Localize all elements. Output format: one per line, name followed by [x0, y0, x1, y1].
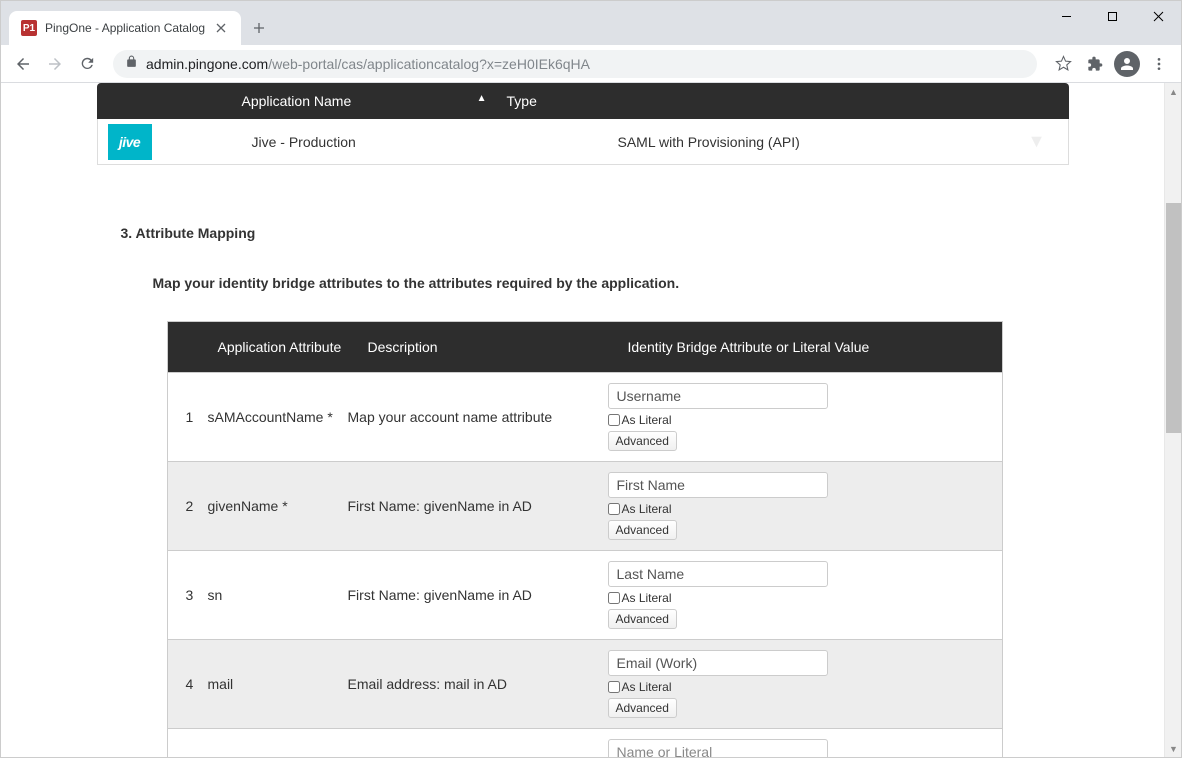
attribute-value-input[interactable]	[608, 472, 828, 498]
row-number: 1	[168, 409, 198, 425]
attribute-value-input[interactable]	[608, 739, 828, 757]
attribute-table: Application Attribute Description Identi…	[167, 321, 1003, 757]
scroll-up-arrow[interactable]: ▲	[1165, 83, 1181, 100]
lock-icon	[125, 55, 138, 73]
as-literal-label[interactable]: As Literal	[608, 413, 978, 427]
advanced-button[interactable]: Advanced	[608, 431, 677, 451]
profile-button[interactable]	[1113, 50, 1141, 78]
attribute-value-input[interactable]	[608, 383, 828, 409]
as-literal-checkbox[interactable]	[608, 681, 620, 693]
nav-forward-button[interactable]	[41, 50, 69, 78]
col-header-app-name[interactable]: Application Name ▲	[97, 93, 507, 109]
attribute-value-input[interactable]	[608, 561, 828, 587]
table-row: 3snFirst Name: givenName in ADAs Literal…	[168, 550, 1002, 639]
col-header-value: Identity Bridge Attribute or Literal Val…	[628, 332, 998, 362]
section-title: 3. Attribute Mapping	[121, 225, 1069, 241]
table-row: 1sAMAccountName *Map your account name a…	[168, 372, 1002, 461]
attr-header-row: Application Attribute Description Identi…	[168, 322, 1002, 372]
window-minimize-button[interactable]	[1043, 1, 1089, 31]
row-description: First Name: givenName in AD	[348, 498, 608, 514]
window-close-button[interactable]	[1135, 1, 1181, 31]
row-description: Map your account name attribute	[348, 409, 608, 425]
as-literal-label[interactable]: As Literal	[608, 680, 978, 694]
section-subtitle: Map your identity bridge attributes to t…	[153, 275, 1069, 291]
row-attribute: sAMAccountName *	[198, 409, 348, 425]
advanced-button[interactable]: Advanced	[608, 609, 677, 629]
url-text: admin.pingone.com/web-portal/cas/applica…	[146, 56, 590, 72]
scroll-down-arrow[interactable]: ▼	[1165, 740, 1181, 757]
col-header-description: Description	[368, 339, 628, 355]
app-logo: jive	[108, 124, 152, 160]
row-attribute: mail	[198, 676, 348, 692]
as-literal-label[interactable]: As Literal	[608, 502, 978, 516]
extensions-button[interactable]	[1081, 50, 1109, 78]
attribute-value-input[interactable]	[608, 650, 828, 676]
bookmark-button[interactable]	[1049, 50, 1077, 78]
menu-button[interactable]	[1145, 50, 1173, 78]
close-tab-icon[interactable]	[213, 20, 229, 36]
advanced-button[interactable]: Advanced	[608, 698, 677, 718]
table-row: 5objectGUIDObjectGuid: objectGUID in ADA…	[168, 728, 1002, 757]
app-header-row: Application Name ▲ Type	[97, 83, 1069, 119]
app-row-name: Jive - Production	[152, 134, 508, 150]
as-literal-checkbox[interactable]	[608, 592, 620, 604]
expand-caret-icon[interactable]: ▼	[1028, 131, 1046, 152]
row-number: 4	[168, 676, 198, 692]
titlebar: P1 PingOne - Application Catalog	[1, 1, 1181, 45]
vertical-scrollbar[interactable]: ▲ ▼	[1164, 83, 1181, 757]
row-number: 3	[168, 587, 198, 603]
url-field[interactable]: admin.pingone.com/web-portal/cas/applica…	[113, 50, 1037, 78]
table-row: 2givenName *First Name: givenName in ADA…	[168, 461, 1002, 550]
window-maximize-button[interactable]	[1089, 1, 1135, 31]
col-header-app-attribute: Application Attribute	[218, 339, 368, 355]
nav-back-button[interactable]	[9, 50, 37, 78]
advanced-button[interactable]: Advanced	[608, 520, 677, 540]
app-row[interactable]: jive Jive - Production SAML with Provisi…	[97, 119, 1069, 165]
scroll-thumb[interactable]	[1166, 203, 1181, 433]
new-tab-button[interactable]	[245, 14, 273, 42]
row-description: Email address: mail in AD	[348, 676, 608, 692]
row-description: First Name: givenName in AD	[348, 587, 608, 603]
col-header-type[interactable]: Type	[507, 93, 537, 109]
table-row: 4mailEmail address: mail in ADAs Literal…	[168, 639, 1002, 728]
row-attribute: sn	[198, 587, 348, 603]
tab-title: PingOne - Application Catalog	[45, 21, 205, 35]
nav-reload-button[interactable]	[73, 50, 101, 78]
as-literal-checkbox[interactable]	[608, 503, 620, 515]
as-literal-checkbox[interactable]	[608, 414, 620, 426]
row-attribute: givenName *	[198, 498, 348, 514]
app-row-type: SAML with Provisioning (API)	[508, 134, 800, 150]
row-number: 2	[168, 498, 198, 514]
as-literal-label[interactable]: As Literal	[608, 591, 978, 605]
sort-caret-up-icon: ▲	[477, 93, 487, 104]
browser-tab[interactable]: P1 PingOne - Application Catalog	[9, 11, 241, 45]
favicon: P1	[21, 20, 37, 36]
address-bar: admin.pingone.com/web-portal/cas/applica…	[1, 45, 1181, 83]
